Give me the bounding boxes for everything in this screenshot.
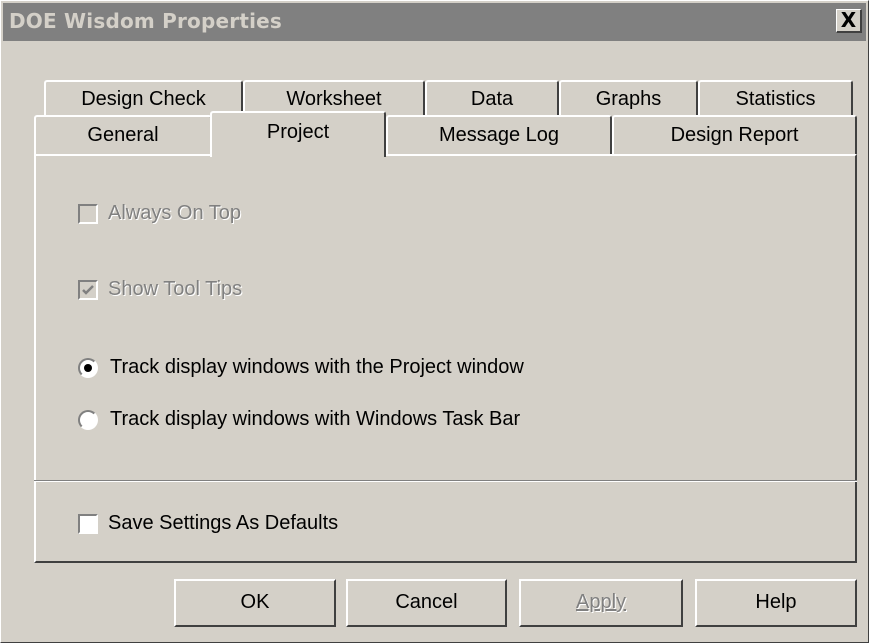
tab-project[interactable]: Project: [210, 111, 386, 157]
ok-button[interactable]: OK: [174, 579, 336, 627]
checkbox-box: [78, 203, 98, 224]
tab-data[interactable]: Data: [425, 80, 559, 116]
track-project-radio[interactable]: Track display windows with the Project w…: [78, 356, 524, 379]
checkmark-icon: [82, 284, 94, 295]
window-title: DOE Wisdom Properties: [9, 9, 282, 33]
close-icon: X: [840, 8, 857, 32]
tab-general[interactable]: General: [34, 115, 212, 155]
save-defaults-checkbox[interactable]: Save Settings As Defaults: [78, 512, 338, 535]
radio-selected-dot: [84, 363, 92, 372]
tab-message-log[interactable]: Message Log: [386, 115, 612, 155]
apply-button[interactable]: Apply: [519, 579, 683, 627]
properties-dialog: DOE Wisdom Properties X Design Check Wor…: [0, 0, 869, 643]
checkbox-box: [78, 279, 98, 300]
tab-design-report[interactable]: Design Report: [612, 115, 857, 155]
show-tool-tips-label: Show Tool Tips: [108, 278, 243, 300]
track-project-label: Track display windows with the Project w…: [110, 356, 524, 378]
radio-button: [78, 409, 98, 430]
radio-button: [78, 357, 98, 378]
track-taskbar-radio[interactable]: Track display windows with Windows Task …: [78, 408, 520, 431]
always-on-top-label: Always On Top: [108, 202, 242, 224]
help-button[interactable]: Help: [695, 579, 857, 627]
always-on-top-checkbox[interactable]: Always On Top: [78, 202, 241, 225]
save-defaults-label: Save Settings As Defaults: [108, 512, 339, 534]
show-tool-tips-checkbox[interactable]: Show Tool Tips: [78, 278, 242, 301]
separator: [34, 480, 857, 482]
tab-statistics[interactable]: Statistics: [698, 80, 853, 116]
project-tab-panel: Always On Top Show Tool Tips Track displ…: [34, 154, 857, 563]
track-taskbar-label: Track display windows with Windows Task …: [110, 408, 521, 430]
title-bar: DOE Wisdom Properties X: [3, 3, 866, 41]
close-button[interactable]: X: [836, 9, 862, 33]
cancel-button[interactable]: Cancel: [346, 579, 507, 627]
checkbox-box: [78, 513, 98, 534]
tab-graphs[interactable]: Graphs: [559, 80, 698, 116]
